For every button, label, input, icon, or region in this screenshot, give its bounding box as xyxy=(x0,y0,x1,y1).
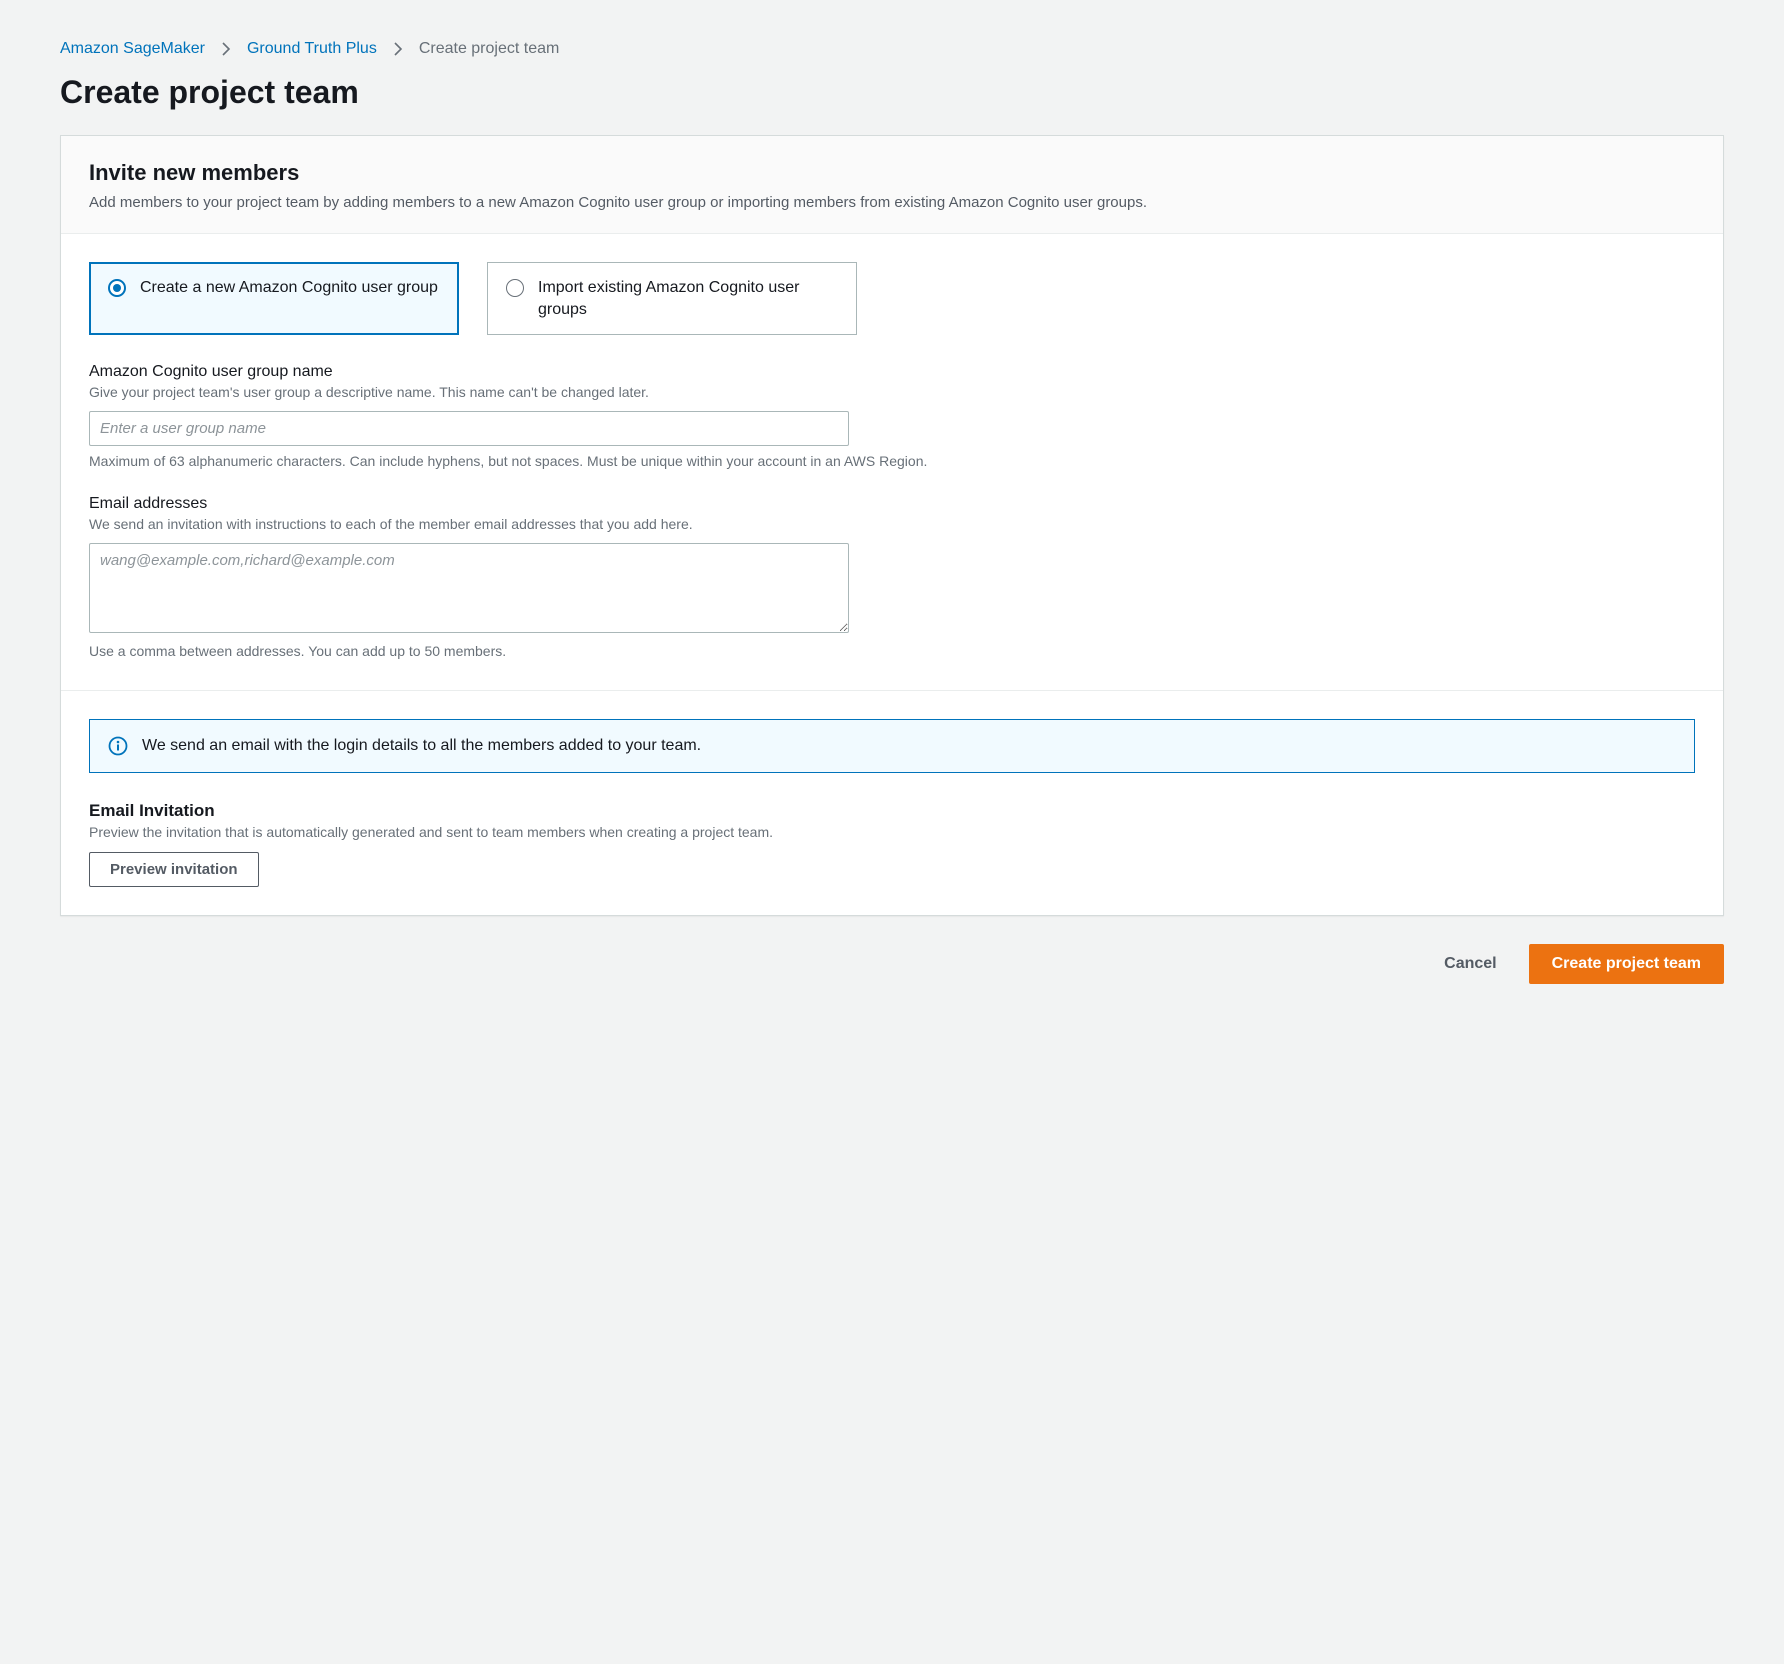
group-name-input[interactable] xyxy=(89,411,849,446)
option-create-label: Create a new Amazon Cognito user group xyxy=(140,277,438,299)
group-name-description: Give your project team's user group a de… xyxy=(89,383,1695,403)
breadcrumb-link-sagemaker[interactable]: Amazon SageMaker xyxy=(60,40,205,58)
radio-selected-icon xyxy=(108,279,126,297)
group-name-hint: Maximum of 63 alphanumeric characters. C… xyxy=(89,452,1695,472)
emails-description: We send an invitation with instructions … xyxy=(89,515,1695,535)
option-import-user-groups[interactable]: Import existing Amazon Cognito user grou… xyxy=(487,262,857,335)
emails-hint: Use a comma between addresses. You can a… xyxy=(89,642,1695,662)
field-emails: Email addresses We send an invitation wi… xyxy=(89,495,1695,661)
panel-header: Invite new members Add members to your p… xyxy=(61,136,1723,234)
create-project-team-button[interactable]: Create project team xyxy=(1529,944,1724,984)
invite-members-panel: Invite new members Add members to your p… xyxy=(60,135,1724,916)
panel-heading: Invite new members xyxy=(89,160,1695,186)
page-title: Create project team xyxy=(60,74,1724,111)
breadcrumb: Amazon SageMaker Ground Truth Plus Creat… xyxy=(60,40,1724,58)
field-group-name: Amazon Cognito user group name Give your… xyxy=(89,363,1695,471)
email-invitation-heading: Email Invitation xyxy=(89,801,1695,821)
emails-input[interactable] xyxy=(89,543,849,633)
panel-description: Add members to your project team by addi… xyxy=(89,192,1695,213)
email-invitation-description: Preview the invitation that is automatic… xyxy=(89,823,1695,843)
cancel-button[interactable]: Cancel xyxy=(1424,945,1516,983)
panel-section-invitation: We send an email with the login details … xyxy=(61,690,1723,916)
email-invitation-section: Email Invitation Preview the invitation … xyxy=(89,801,1695,888)
option-import-label: Import existing Amazon Cognito user grou… xyxy=(538,277,838,320)
chevron-right-icon xyxy=(221,42,231,56)
preview-invitation-button[interactable]: Preview invitation xyxy=(89,852,259,887)
chevron-right-icon xyxy=(393,42,403,56)
emails-label: Email addresses xyxy=(89,495,1695,513)
panel-body: Create a new Amazon Cognito user group I… xyxy=(61,234,1723,690)
breadcrumb-link-ground-truth-plus[interactable]: Ground Truth Plus xyxy=(247,40,377,58)
breadcrumb-current: Create project team xyxy=(419,40,560,58)
group-name-label: Amazon Cognito user group name xyxy=(89,363,1695,381)
option-create-user-group[interactable]: Create a new Amazon Cognito user group xyxy=(89,262,459,335)
user-group-option-group: Create a new Amazon Cognito user group I… xyxy=(89,262,1695,335)
footer-actions: Cancel Create project team xyxy=(60,944,1724,984)
radio-unselected-icon xyxy=(506,279,524,297)
info-icon xyxy=(108,736,128,756)
info-text: We send an email with the login details … xyxy=(142,737,701,755)
info-box: We send an email with the login details … xyxy=(89,719,1695,773)
